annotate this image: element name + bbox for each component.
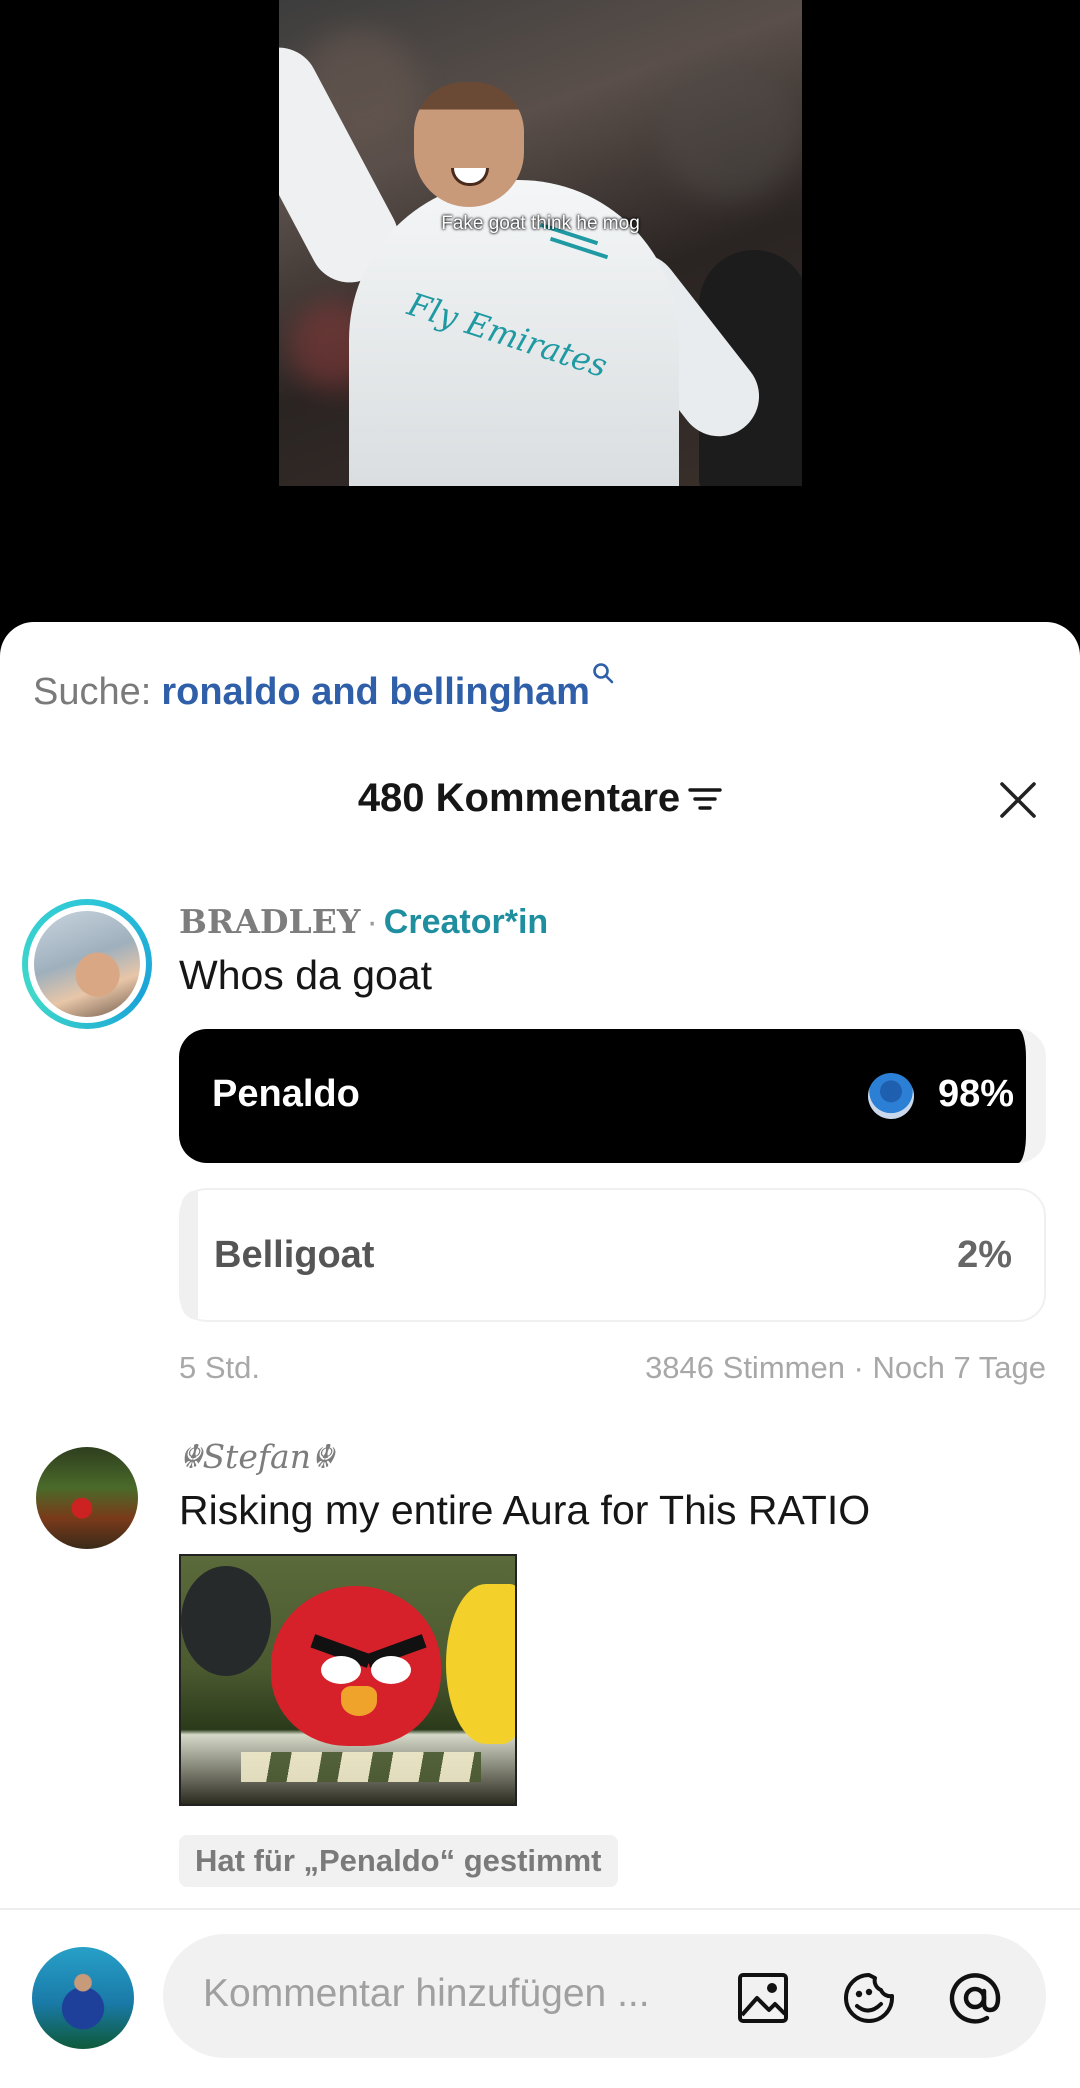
poll-option-label: Penaldo bbox=[212, 1073, 360, 1115]
search-icon bbox=[593, 663, 614, 684]
image-icon[interactable] bbox=[735, 1970, 791, 2026]
username[interactable]: ☬Stefan☬ bbox=[179, 1437, 334, 1476]
search-suggestion[interactable]: Suche: ronaldo and bellingham bbox=[33, 662, 614, 714]
sticker-icon[interactable] bbox=[841, 1970, 897, 2026]
comment-age: 5 Std. bbox=[179, 1350, 260, 1385]
poll-fill bbox=[181, 1190, 199, 1320]
poll-votes-info: 3846 Stimmen · Noch 7 Tage bbox=[645, 1350, 1046, 1385]
at-icon[interactable] bbox=[947, 1970, 1003, 2026]
search-prefix: Suche: bbox=[33, 671, 152, 713]
filter-icon[interactable] bbox=[688, 785, 722, 813]
close-icon[interactable] bbox=[996, 778, 1040, 822]
video-caption: Fake goat think he mog bbox=[441, 213, 640, 234]
poll-option-percent: 2% bbox=[957, 1234, 1012, 1276]
poll-footer: 5 Std. 3846 Stimmen · Noch 7 Tage bbox=[179, 1350, 1046, 1386]
search-term-link[interactable]: ronaldo and bellingham bbox=[161, 671, 590, 713]
comment-text: Risking my entire Aura for This RATIO bbox=[179, 1487, 871, 1533]
poll-option-percent: 98% bbox=[937, 1073, 1014, 1115]
comment-text: Whos da goat bbox=[179, 952, 432, 998]
video-player[interactable]: Fly Emirates Fake goat think he mog bbox=[0, 0, 1080, 640]
comment-meta: BRADLEY · Creator*in bbox=[179, 902, 549, 941]
poll-option-label: Belligoat bbox=[214, 1234, 375, 1276]
comments-count-title: 480 Kommentare bbox=[357, 776, 681, 820]
comments-sheet: Suche: ronaldo and bellingham 480 Komment… bbox=[0, 622, 1080, 2088]
poll-option-penaldo[interactable]: Penaldo 98% bbox=[179, 1029, 1046, 1163]
comments-header: 480 Kommentare bbox=[0, 772, 1080, 832]
comment-input-placeholder: Kommentar hinzufügen ... bbox=[203, 1972, 650, 2015]
video-frame: Fly Emirates Fake goat think he mog bbox=[279, 0, 802, 486]
player-head bbox=[414, 82, 524, 207]
avatar-stefan[interactable] bbox=[36, 1447, 138, 1549]
creator-badge: Creator*in bbox=[383, 903, 549, 941]
poll-option-belligoat[interactable]: Belligoat 2% bbox=[179, 1188, 1046, 1322]
vote-badge: Hat für „Penaldo“ gestimmt bbox=[179, 1835, 618, 1887]
username[interactable]: BRADLEY bbox=[179, 902, 360, 941]
avatar-bradley[interactable] bbox=[22, 899, 152, 1029]
voter-avatar bbox=[868, 1073, 914, 1119]
comment-gif[interactable] bbox=[179, 1554, 517, 1806]
comment-input[interactable]: Kommentar hinzufügen ... bbox=[163, 1934, 1046, 2058]
my-avatar[interactable] bbox=[32, 1947, 134, 2049]
divider bbox=[0, 1908, 1080, 1910]
